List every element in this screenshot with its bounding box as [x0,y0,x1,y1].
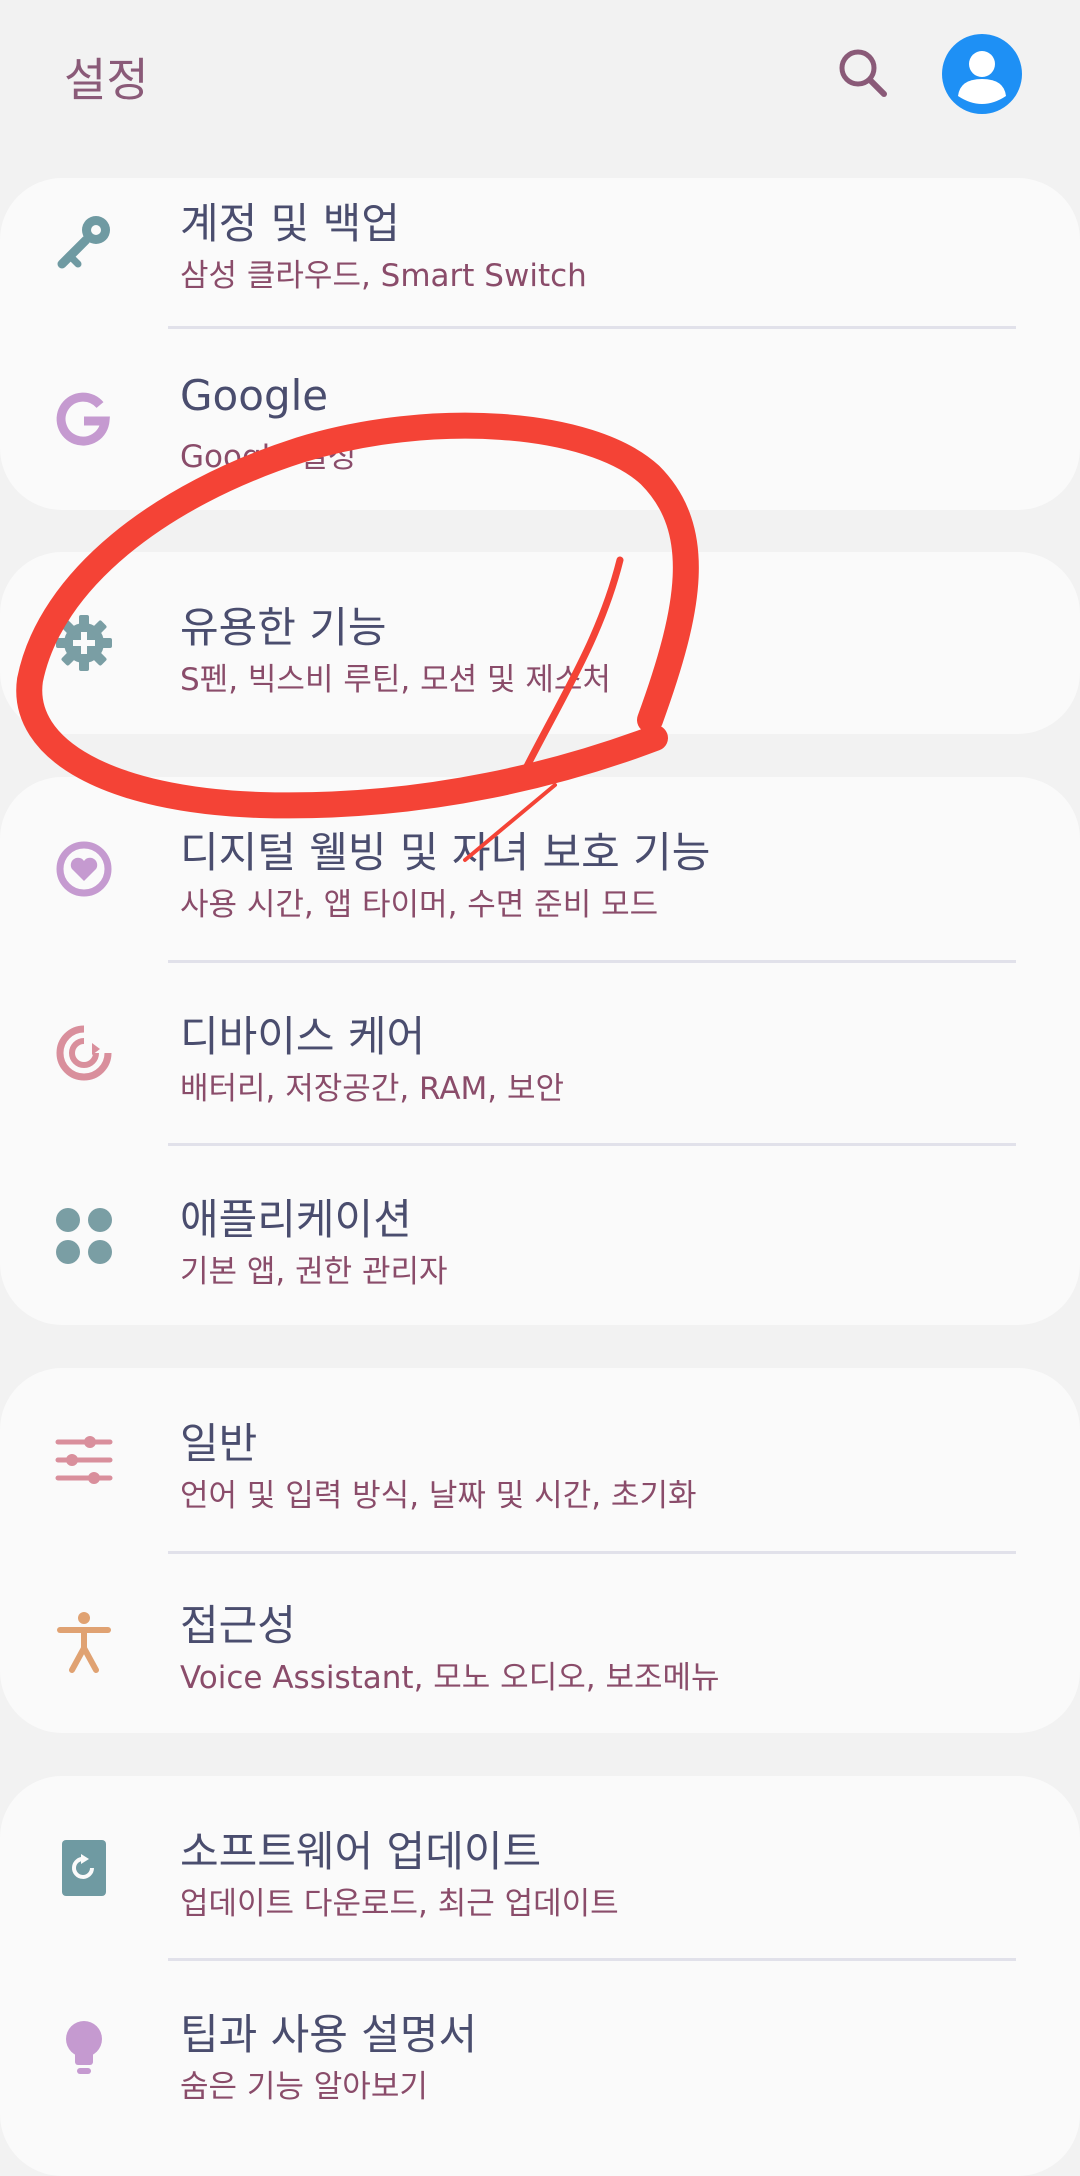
item-subtitle: Google 설정 [180,439,357,475]
settings-item-device-care[interactable]: 디바이스 케어 배터리, 저장공간, RAM, 보안 [0,963,1080,1143]
item-title: 디지털 웰빙 및 자녀 보호 기능 [180,828,711,877]
settings-group-advanced: 유용한 기능 S펜, 빅스비 루틴, 모션 및 제스처 [0,552,1080,734]
profile-button[interactable] [942,34,1022,114]
settings-item-general-management[interactable]: 일반 언어 및 입력 방식, 날짜 및 시간, 초기화 [0,1368,1080,1551]
item-title: 일반 [180,1419,258,1468]
wellbeing-icon [56,841,112,897]
item-title: 디바이스 케어 [180,1012,426,1061]
settings-group-device: 디지털 웰빙 및 자녀 보호 기능 사용 시간, 앱 타이머, 수면 준비 모드… [0,777,1080,1325]
google-icon [56,392,110,446]
settings-item-google[interactable]: Google Google 설정 [0,329,1080,510]
settings-item-accounts-backup[interactable]: 계정 및 백업 삼성 클라우드, Smart Switch [0,178,1080,326]
settings-group-account: 계정 및 백업 삼성 클라우드, Smart Switch Google Goo… [0,178,1080,510]
settings-group-general: 일반 언어 및 입력 방식, 날짜 및 시간, 초기화 접근성 Voice As… [0,1368,1080,1733]
item-title: Google [180,371,329,420]
apps-icon [56,1208,112,1264]
account-icon [942,34,1022,114]
sliders-icon [55,1436,113,1484]
settings-item-applications[interactable]: 애플리케이션 기본 앱, 권한 관리자 [0,1146,1080,1325]
item-title: 유용한 기능 [180,603,387,652]
item-title: 팁과 사용 설명서 [180,2010,478,2059]
item-title: 애플리케이션 [180,1195,412,1244]
item-subtitle: Voice Assistant, 모노 오디오, 보조메뉴 [180,1660,720,1696]
item-subtitle: 언어 및 입력 방식, 날짜 및 시간, 초기화 [180,1478,697,1514]
key-icon [57,216,110,269]
software-update-icon [62,1840,106,1896]
search-button[interactable] [832,42,896,106]
item-subtitle: 업데이트 다운로드, 최근 업데이트 [180,1886,619,1922]
gear-plus-icon [56,615,112,671]
search-icon [839,49,887,97]
top-app-bar: 설정 [0,0,1080,150]
item-subtitle: 숨은 기능 알아보기 [180,2069,428,2105]
accessibility-icon [57,1612,111,1673]
device-care-icon [56,1025,112,1081]
settings-item-advanced-features[interactable]: 유용한 기능 S펜, 빅스비 루틴, 모션 및 제스처 [0,552,1080,734]
settings-group-support: 소프트웨어 업데이트 업데이트 다운로드, 최근 업데이트 팁과 사용 설명서 … [0,1776,1080,2176]
item-title: 접근성 [180,1601,296,1650]
item-title: 소프트웨어 업데이트 [180,1827,542,1876]
lightbulb-icon [66,2021,102,2074]
settings-item-tips-manual[interactable]: 팁과 사용 설명서 숨은 기능 알아보기 [0,1961,1080,2176]
settings-item-accessibility[interactable]: 접근성 Voice Assistant, 모노 오디오, 보조메뉴 [0,1554,1080,1733]
page-title: 설정 [64,53,149,107]
item-title: 계정 및 백업 [180,199,400,248]
item-subtitle: 배터리, 저장공간, RAM, 보안 [180,1071,565,1107]
item-subtitle: S펜, 빅스비 루틴, 모션 및 제스처 [180,662,611,698]
item-subtitle: 삼성 클라우드, Smart Switch [180,258,587,294]
settings-item-digital-wellbeing[interactable]: 디지털 웰빙 및 자녀 보호 기능 사용 시간, 앱 타이머, 수면 준비 모드 [0,777,1080,960]
item-subtitle: 사용 시간, 앱 타이머, 수면 준비 모드 [180,887,659,923]
settings-item-software-update[interactable]: 소프트웨어 업데이트 업데이트 다운로드, 최근 업데이트 [0,1776,1080,1959]
item-subtitle: 기본 앱, 권한 관리자 [180,1254,448,1290]
